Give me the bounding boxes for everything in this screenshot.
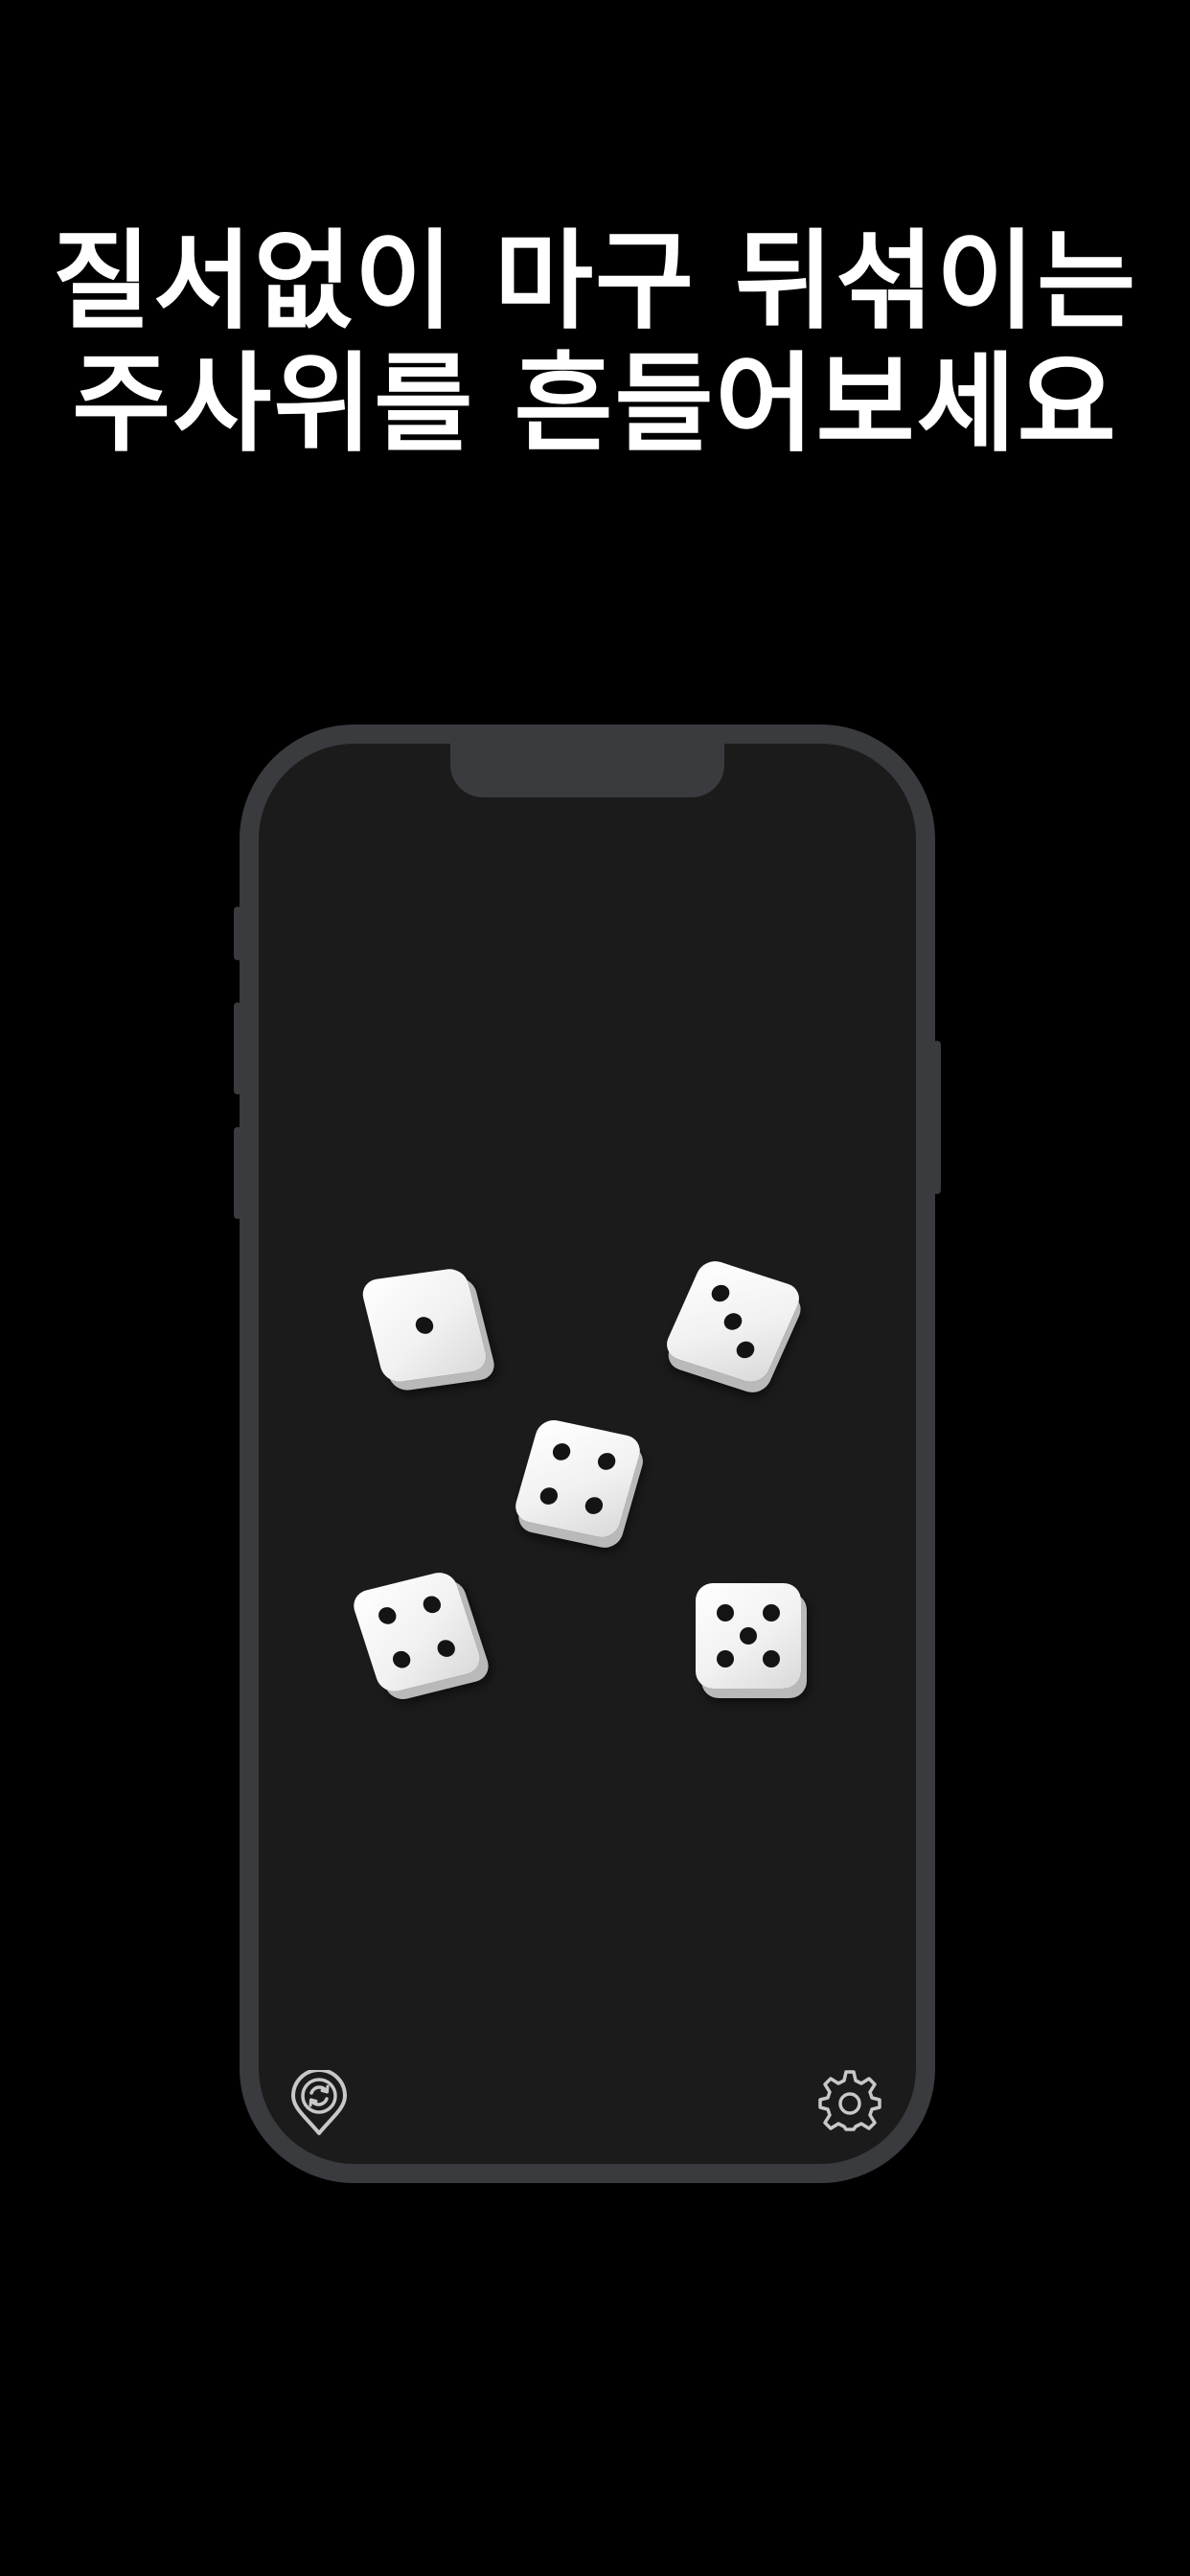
die-face: [511, 1416, 645, 1541]
die-4[interactable]: [349, 1569, 485, 1695]
die-pip: [740, 1627, 757, 1644]
die-face: [349, 1569, 485, 1695]
die-3[interactable]: [511, 1416, 645, 1541]
die-pip: [413, 1316, 436, 1335]
gear-icon[interactable]: [816, 2070, 883, 2137]
die-2[interactable]: [661, 1256, 805, 1387]
die-pip: [733, 1339, 758, 1361]
die-pip: [550, 1441, 573, 1462]
headline: 질서없이 마구 뒤섞이는 주사위를 흔들어보세요: [0, 220, 1190, 466]
die-pip: [376, 1605, 399, 1626]
die-pip: [716, 1603, 734, 1622]
die-pip: [538, 1485, 560, 1506]
die-pip: [596, 1451, 618, 1472]
location-refresh-icon[interactable]: [286, 2070, 353, 2137]
die-face: [661, 1256, 805, 1387]
phone-mockup: [234, 724, 941, 2183]
die-pip: [721, 1310, 745, 1333]
phone-power-button: [933, 1041, 941, 1194]
die-pip: [421, 1594, 444, 1615]
headline-line-2: 주사위를 흔들어보세요: [72, 342, 1118, 467]
app-screen[interactable]: [259, 744, 916, 2164]
phone-silent-switch: [234, 907, 241, 960]
die-pip: [435, 1638, 458, 1659]
die-pip: [390, 1649, 413, 1670]
die-5[interactable]: [696, 1583, 801, 1689]
die-pip: [583, 1495, 606, 1516]
die-pip: [763, 1650, 781, 1668]
die-pip: [716, 1650, 734, 1668]
die-face: [696, 1583, 801, 1689]
die-face: [358, 1266, 491, 1385]
die-pip: [763, 1603, 781, 1622]
phone-volume-down-button: [234, 1127, 241, 1219]
headline-line-1: 질서없이 마구 뒤섞이는: [52, 219, 1138, 344]
phone-notch: [450, 744, 724, 797]
die-pip: [708, 1282, 733, 1304]
phone-volume-up-button: [234, 1002, 241, 1094]
die-1[interactable]: [358, 1266, 491, 1385]
